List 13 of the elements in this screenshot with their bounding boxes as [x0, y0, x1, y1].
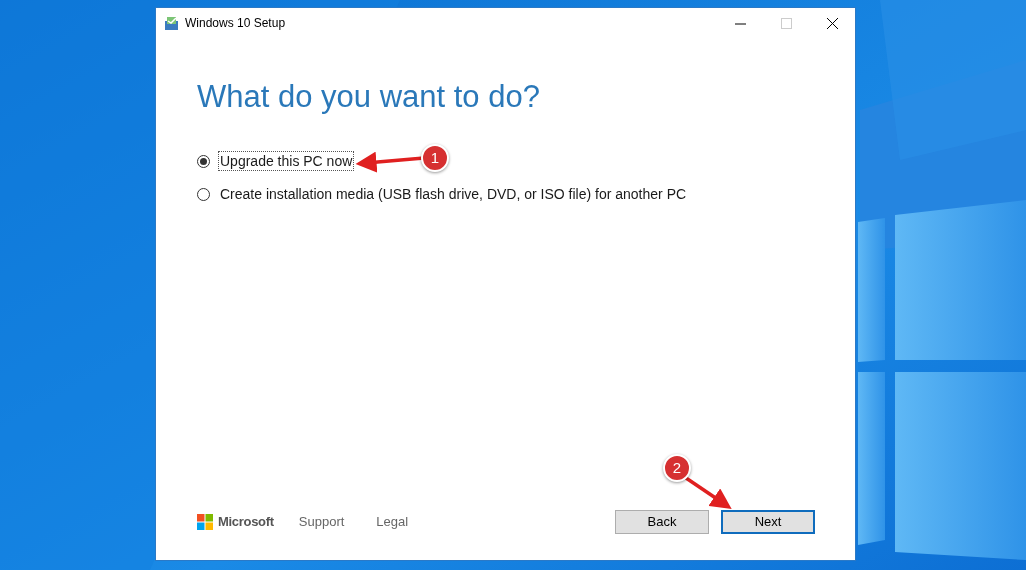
- next-button[interactable]: Next: [721, 510, 815, 534]
- close-icon: [826, 17, 838, 29]
- annotation-arrow: [685, 476, 732, 509]
- maximize-icon: [780, 17, 792, 29]
- window-title: Windows 10 Setup: [185, 15, 286, 32]
- heading: What do you want to do?: [197, 78, 541, 116]
- option-label[interactable]: Upgrade this PC now: [218, 151, 355, 172]
- back-button[interactable]: Back: [615, 510, 709, 534]
- setup-icon: [165, 16, 179, 30]
- footer-link[interactable]: Support: [298, 512, 345, 532]
- microsoft-logo: Microsoft: [197, 512, 274, 532]
- option-label[interactable]: Create installation media (USB flash drive, DVD, or ISO file) for another PC: [218, 184, 689, 205]
- footer-link[interactable]: Legal: [376, 512, 409, 532]
